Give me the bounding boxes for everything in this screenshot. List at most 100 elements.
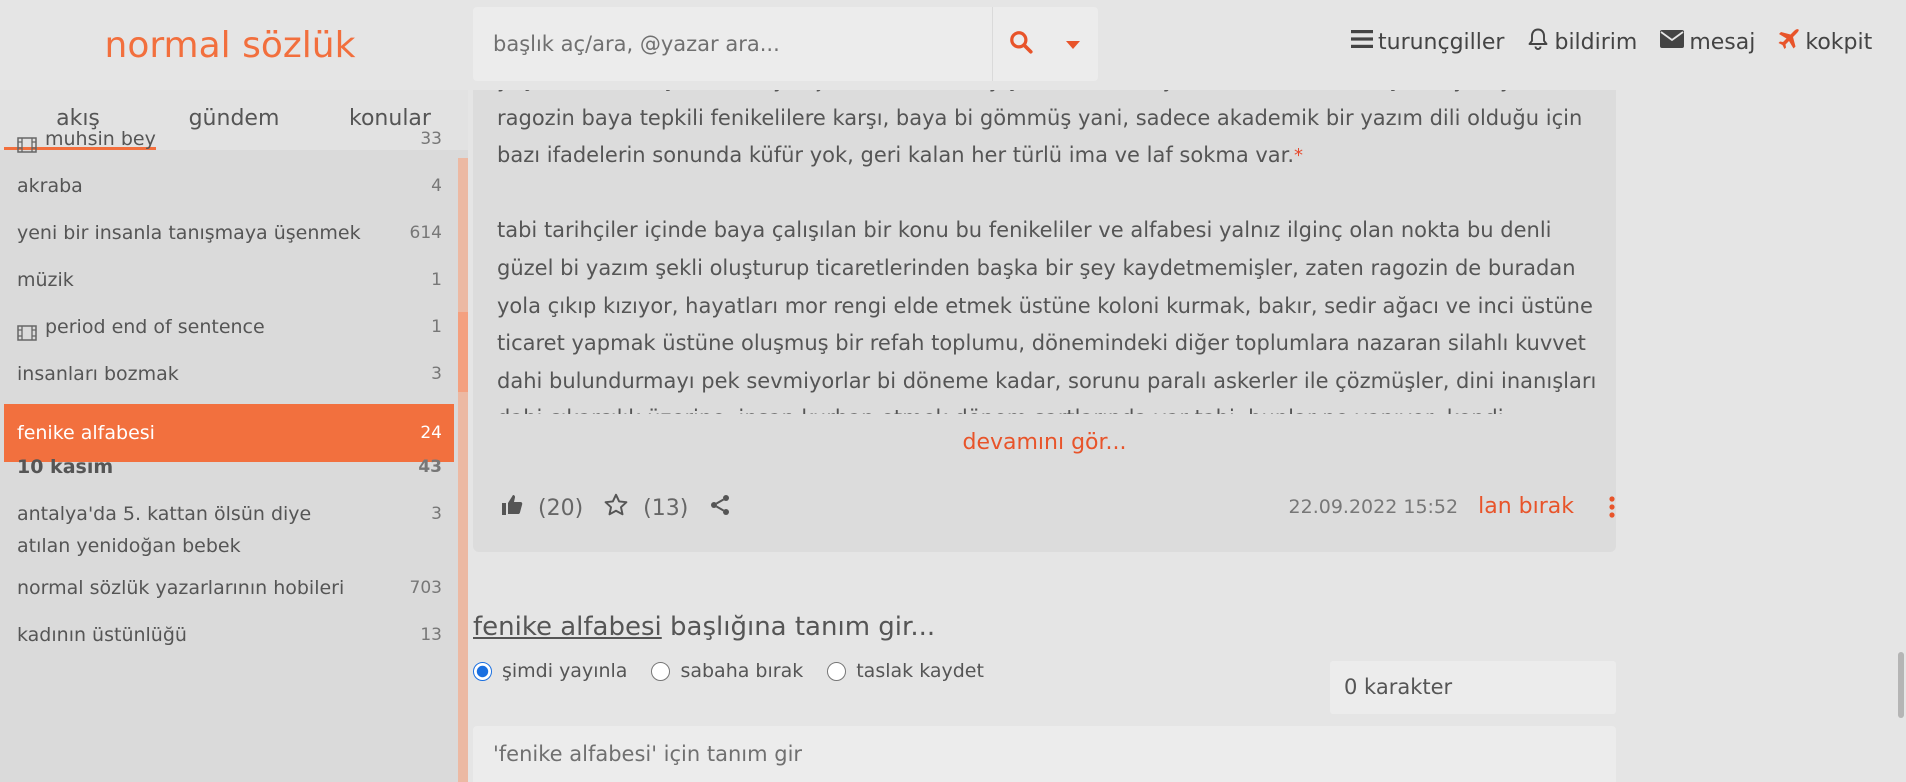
sidebar-topic[interactable]: period end of sentence 1 — [4, 311, 454, 343]
topic-entry-count: 4 — [431, 176, 442, 196]
topic-name: akraba — [17, 175, 83, 197]
topic-entry-count: 3 — [431, 504, 442, 524]
like-count: (20) — [538, 495, 584, 521]
sidebar-topic[interactable]: insanları bozmak 3 — [4, 358, 454, 390]
nav-label: bildirim — [1554, 29, 1638, 55]
topic-name: insanları bozmak — [17, 363, 179, 385]
sidebar: akış gündem konular muhsin bey 33 akraba 4 y… — [0, 90, 468, 782]
topic-entry-count: 614 — [409, 223, 442, 243]
topic-entry-count: 24 — [420, 423, 442, 443]
topic-title: müzik — [17, 264, 74, 296]
film-icon — [17, 131, 37, 163]
search-input[interactable] — [473, 7, 992, 81]
like-button[interactable]: (20) — [500, 493, 603, 523]
footnote-mark[interactable]: * — [1294, 145, 1303, 166]
save-draft-radio[interactable] — [827, 661, 847, 681]
sidebar-topic[interactable]: kadının üstünlüğü 13 — [4, 619, 454, 651]
topic-name: muhsin bey — [45, 128, 156, 150]
topic-title: antalya'da 5. kattan ölsün diye atılan y… — [17, 498, 357, 562]
option-label: sabaha bırak — [680, 660, 804, 682]
publish-now-radio[interactable] — [473, 661, 492, 681]
topic-entry-count: 13 — [420, 625, 442, 645]
compose-topic-link[interactable]: fenike alfabesi — [473, 612, 662, 642]
entry-date[interactable]: 22.09.2022 15:52 — [1289, 496, 1459, 518]
search-button[interactable] — [992, 7, 1048, 81]
sidebar-topic[interactable]: yeni bir insanla tanışmaya üşenmek 614 — [4, 217, 454, 249]
topic-name: müzik — [17, 269, 74, 291]
schedule-morning-radio[interactable] — [651, 661, 671, 681]
nav-cockpit[interactable]: kokpit — [1777, 27, 1872, 57]
sidebar-topic[interactable]: normal sözlük yazarlarının hobileri 703 — [4, 572, 454, 604]
topic-entry-count: 1 — [431, 270, 442, 290]
entry-actions: (20) (13) — [500, 490, 732, 526]
film-icon — [17, 319, 37, 351]
nav-messages[interactable]: mesaj — [1659, 29, 1755, 55]
topic-name: fenike alfabesi — [17, 422, 155, 444]
entry-paragraph: tabi tarihçiler içinde baya çalışılan bi… — [497, 218, 1597, 414]
topic-title: akraba — [17, 170, 83, 202]
search-options-button[interactable] — [1048, 7, 1098, 81]
sidebar-topic[interactable]: akraba 4 — [4, 170, 454, 202]
sidebar-topic[interactable]: muhsin bey 33 — [4, 123, 454, 155]
entry-author[interactable]: lan bırak — [1478, 494, 1574, 519]
topic-title: normal sözlük yazarlarının hobileri — [17, 572, 344, 604]
caret-down-icon — [1065, 35, 1081, 54]
top-nav: turunçgiller bildirim mesaj kokpit — [1350, 22, 1894, 62]
topic-title: muhsin bey — [17, 123, 156, 163]
menu-icon — [1350, 28, 1378, 56]
envelope-icon — [1659, 29, 1689, 55]
share-icon — [708, 493, 732, 523]
entry-content: yaşamı, ticari ilişkileri, sosyolojisi v… — [497, 62, 1597, 414]
topic-name: 10 kasım — [17, 456, 114, 478]
topic-title: 10 kasım — [17, 451, 113, 483]
search-box — [473, 7, 1098, 81]
topic-name: yeni bir insanla tanışmaya üşenmek — [17, 222, 361, 244]
entry-meta: 22.09.2022 15:52 lan bırak — [1289, 494, 1616, 519]
nav-categories[interactable]: turunçgiller — [1350, 28, 1504, 56]
share-button[interactable] — [708, 493, 732, 523]
nav-notifications[interactable]: bildirim — [1526, 27, 1637, 57]
topic-title: period end of sentence — [17, 311, 265, 351]
topic-name: period end of sentence — [45, 316, 265, 338]
page-scrollbar-thumb[interactable] — [1898, 652, 1904, 718]
topic-title: kadının üstünlüğü — [17, 619, 187, 651]
nav-label: turunçgiller — [1378, 29, 1505, 55]
option-label: şimdi yayınla — [502, 660, 628, 682]
definition-textarea[interactable] — [473, 726, 1616, 782]
favorite-button[interactable]: (13) — [603, 492, 708, 524]
topic-title: yeni bir insanla tanışmaya üşenmek — [17, 217, 361, 249]
topic-title: insanları bozmak — [17, 358, 179, 390]
character-counter: 0 karakter — [1330, 661, 1616, 714]
sidebar-topic[interactable]: müzik 1 — [4, 264, 454, 296]
topic-entry-count: 3 — [431, 364, 442, 384]
sidebar-topic[interactable]: antalya'da 5. kattan ölsün diye atılan y… — [4, 498, 454, 562]
topic-name: kadının üstünlüğü — [17, 624, 187, 646]
search-icon — [1008, 29, 1034, 59]
thumbs-up-icon — [500, 493, 524, 523]
nav-label: mesaj — [1689, 29, 1756, 55]
sidebar-topic[interactable]: 10 kasım 43 — [4, 451, 454, 483]
show-more-link[interactable]: devamını gör... — [473, 430, 1616, 455]
sidebar-scrollbar-thumb[interactable] — [458, 312, 468, 392]
topic-entry-count: 43 — [418, 457, 442, 477]
option-publish-now[interactable]: şimdi yayınla — [473, 660, 627, 682]
topic-name: normal sözlük yazarlarının hobileri — [17, 577, 345, 599]
compose-title-suffix: başlığına tanım gir... — [661, 612, 936, 642]
more-options-icon[interactable] — [1608, 495, 1616, 518]
topic-name: antalya'da 5. kattan ölsün diye atılan y… — [17, 503, 312, 557]
plane-icon — [1777, 27, 1805, 57]
star-icon — [603, 492, 629, 524]
sidebar-scrollbar[interactable] — [458, 158, 468, 782]
nav-label: kokpit — [1805, 29, 1873, 55]
option-save-draft[interactable]: taslak kaydet — [827, 660, 984, 682]
header: normal sözlük turunçgiller bildirim — [0, 0, 1906, 90]
topic-entry-count: 703 — [409, 578, 442, 598]
topic-title: fenike alfabesi — [17, 417, 155, 449]
favorite-count: (13) — [643, 495, 689, 521]
site-logo[interactable]: normal sözlük — [0, 0, 460, 90]
topic-entry-count: 1 — [431, 317, 442, 337]
option-schedule-morning[interactable]: sabaha bırak — [651, 660, 803, 682]
publish-options: şimdi yayınla sabaha bırak taslak kaydet — [473, 660, 1008, 682]
option-label: taslak kaydet — [856, 660, 984, 682]
compose-title: fenike alfabesi başlığına tanım gir... — [473, 612, 935, 642]
